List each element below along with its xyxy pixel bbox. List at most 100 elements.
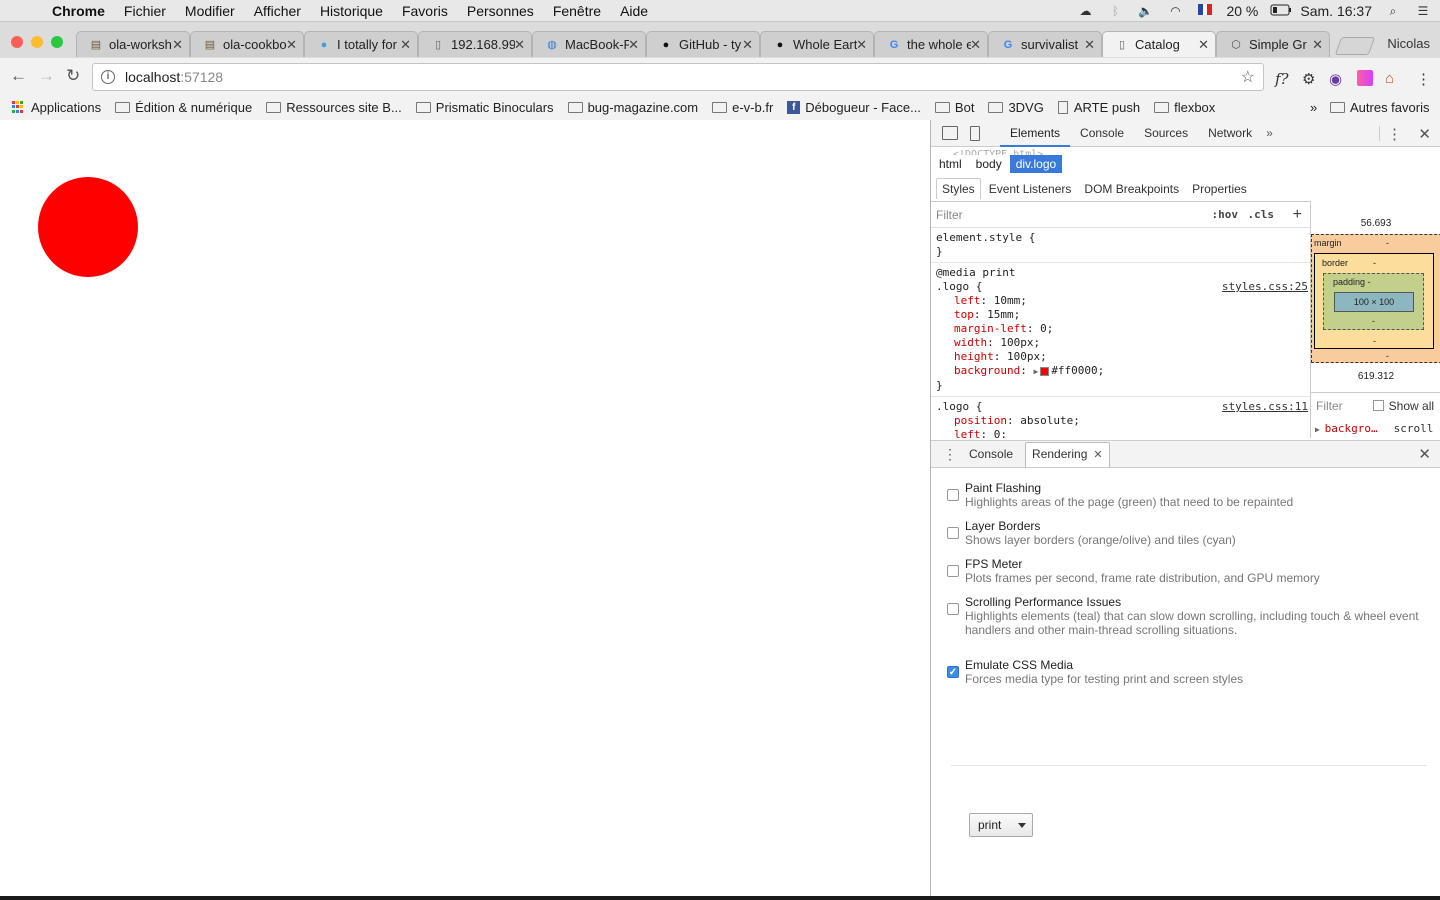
- close-tab-icon[interactable]: ✕: [1084, 37, 1095, 53]
- checkbox[interactable]: [947, 603, 959, 615]
- home-extension-icon[interactable]: ⌂: [1385, 70, 1394, 87]
- close-tab-icon[interactable]: ✕: [1093, 449, 1102, 461]
- rule-selector[interactable]: element.style {: [936, 231, 1305, 245]
- expand-arrow-icon[interactable]: ▶: [1315, 425, 1325, 434]
- bookmarks-overflow-button[interactable]: »: [1310, 100, 1317, 115]
- close-tab-icon[interactable]: ✕: [970, 37, 981, 53]
- css-property[interactable]: position: absolute;: [936, 414, 1305, 428]
- battery-percent[interactable]: 20 %: [1226, 3, 1258, 19]
- css-property[interactable]: background: ▶ #ff0000;: [936, 364, 1305, 379]
- checkbox[interactable]: [947, 489, 959, 501]
- computed-filter-input[interactable]: Filter: [1316, 399, 1343, 413]
- subtab-event-listeners[interactable]: Event Listeners: [984, 179, 1077, 199]
- rendering-option[interactable]: Layer Borders Shows layer borders (orange…: [945, 519, 1431, 547]
- css-property[interactable]: left: 10mm;: [936, 294, 1305, 308]
- css-property[interactable]: margin-left: 0;: [936, 322, 1305, 336]
- tab-item[interactable]: ▯ 192.168.99 ✕: [418, 31, 532, 57]
- expand-arrow-icon[interactable]: ▶: [1033, 367, 1038, 376]
- css-property[interactable]: width: 100px;: [936, 336, 1305, 350]
- bookmark-item[interactable]: Ressources site B...: [266, 100, 402, 115]
- menu-personnes[interactable]: Personnes: [467, 3, 534, 19]
- subtab-dom-breakpoints[interactable]: DOM Breakpoints: [1079, 179, 1184, 199]
- tab-item[interactable]: ● I totally for ✕: [304, 31, 418, 57]
- bookmark-item[interactable]: bug-magazine.com: [567, 100, 698, 115]
- inspect-element-icon[interactable]: [942, 126, 958, 140]
- close-tab-icon[interactable]: ✕: [514, 37, 525, 53]
- close-tab-icon[interactable]: ✕: [286, 37, 297, 53]
- devtools-menu-icon[interactable]: ⋮: [1387, 125, 1402, 143]
- new-tab-button[interactable]: [1334, 37, 1376, 55]
- menu-historique[interactable]: Historique: [320, 3, 383, 19]
- breadcrumb-body[interactable]: body: [970, 155, 1008, 173]
- color-extension-icon[interactable]: ◉: [1329, 70, 1342, 88]
- close-tab-icon[interactable]: ✕: [742, 37, 753, 53]
- bluetooth-icon[interactable]: ᛒ: [1106, 4, 1124, 18]
- menu-fenetre[interactable]: Fenêtre: [553, 3, 601, 19]
- media-type-select[interactable]: print: [969, 813, 1033, 837]
- tab-elements[interactable]: Elements: [1000, 120, 1071, 147]
- css-property[interactable]: left: 0;: [936, 428, 1305, 438]
- tab-item[interactable]: Gsurvivalist ✕: [988, 31, 1102, 57]
- minimize-window-button[interactable]: [31, 36, 43, 48]
- menu-afficher[interactable]: Afficher: [254, 3, 301, 19]
- close-tab-icon[interactable]: ✕: [172, 37, 183, 53]
- breadcrumb-div-logo[interactable]: div.logo: [1009, 155, 1063, 173]
- menu-app-name[interactable]: Chrome: [52, 3, 105, 19]
- bookmark-star-icon[interactable]: ☆: [1241, 67, 1255, 87]
- source-link[interactable]: styles.css:25: [1222, 280, 1308, 294]
- tab-item[interactable]: ⬡ Simple Gr ✕: [1216, 31, 1330, 57]
- color-swatch[interactable]: [1040, 366, 1050, 376]
- bookmark-item[interactable]: e-v-b.fr: [712, 100, 773, 115]
- more-tabs-button[interactable]: »: [1266, 126, 1273, 140]
- checkbox[interactable]: [947, 527, 959, 539]
- hov-toggle[interactable]: :hov: [1212, 208, 1239, 221]
- device-toolbar-icon[interactable]: [970, 125, 980, 141]
- close-devtools-icon[interactable]: ✕: [1418, 125, 1431, 143]
- tab-item[interactable]: ▤ ola-worksh ✕: [76, 31, 190, 57]
- bookmark-item[interactable]: Prismatic Binoculars: [415, 100, 554, 115]
- cls-toggle[interactable]: .cls: [1248, 208, 1275, 221]
- bookmark-item[interactable]: flexbox: [1154, 100, 1215, 115]
- rendering-option[interactable]: ✓ Emulate CSS Media Forces media type for …: [945, 658, 1431, 686]
- chrome-menu-icon[interactable]: ⋮: [1416, 70, 1431, 88]
- source-link[interactable]: styles.css:11: [1222, 400, 1308, 414]
- profile-button[interactable]: Nicolas: [1387, 36, 1430, 51]
- zoom-window-button[interactable]: [51, 36, 63, 48]
- wifi-icon[interactable]: ◠: [1166, 4, 1184, 18]
- other-bookmarks-folder[interactable]: Autres favoris: [1330, 100, 1429, 115]
- close-tab-icon[interactable]: ✕: [856, 37, 867, 53]
- gradient-extension-icon[interactable]: [1357, 70, 1373, 90]
- checkbox-checked[interactable]: ✓: [947, 666, 959, 678]
- bookmark-item[interactable]: 3DVG: [988, 100, 1044, 115]
- drawer-tab-rendering[interactable]: Rendering ✕: [1025, 441, 1110, 467]
- menu-favoris[interactable]: Favoris: [402, 3, 448, 19]
- styles-filter-input[interactable]: Filter: [936, 208, 963, 222]
- subtab-styles[interactable]: Styles: [936, 178, 981, 199]
- cloud-icon[interactable]: ☁: [1076, 4, 1094, 18]
- close-tab-icon[interactable]: ✕: [400, 37, 411, 53]
- menu-fichier[interactable]: Fichier: [124, 3, 166, 19]
- rendering-option[interactable]: Scrolling Performance Issues Highlights e…: [945, 595, 1431, 637]
- menu-modifier[interactable]: Modifier: [185, 3, 235, 19]
- tab-item[interactable]: ▤ ola-cookbo ✕: [190, 31, 304, 57]
- battery-icon[interactable]: [1270, 4, 1292, 18]
- info-icon[interactable]: i: [101, 70, 115, 84]
- reload-icon[interactable]: ↻: [66, 66, 80, 86]
- clock[interactable]: Sam. 16:37: [1300, 3, 1372, 19]
- tab-sources[interactable]: Sources: [1134, 120, 1198, 147]
- bookmark-item[interactable]: f Débogueur - Face...: [787, 100, 921, 115]
- bookmark-item[interactable]: Bot: [934, 100, 974, 115]
- rendering-option[interactable]: Paint Flashing Highlights areas of the pa…: [945, 481, 1431, 509]
- tab-item[interactable]: ▯ Catalog ✕: [1102, 31, 1216, 57]
- volume-icon[interactable]: 🔈: [1136, 4, 1154, 18]
- tab-item[interactable]: Gthe whole e ✕: [874, 31, 988, 57]
- tab-item[interactable]: ● Whole Eart ✕: [760, 31, 874, 57]
- back-arrow-icon[interactable]: ←: [10, 66, 27, 86]
- forward-arrow-icon[interactable]: →: [38, 66, 55, 86]
- bookmark-item[interactable]: ARTE push: [1057, 100, 1140, 115]
- tab-console[interactable]: Console: [1070, 120, 1134, 147]
- css-property[interactable]: top: 15mm;: [936, 308, 1305, 322]
- close-drawer-icon[interactable]: ✕: [1418, 445, 1431, 463]
- computed-property[interactable]: ▶ backgro… scroll: [1315, 422, 1433, 435]
- gear-extension-icon[interactable]: ⚙: [1302, 70, 1315, 88]
